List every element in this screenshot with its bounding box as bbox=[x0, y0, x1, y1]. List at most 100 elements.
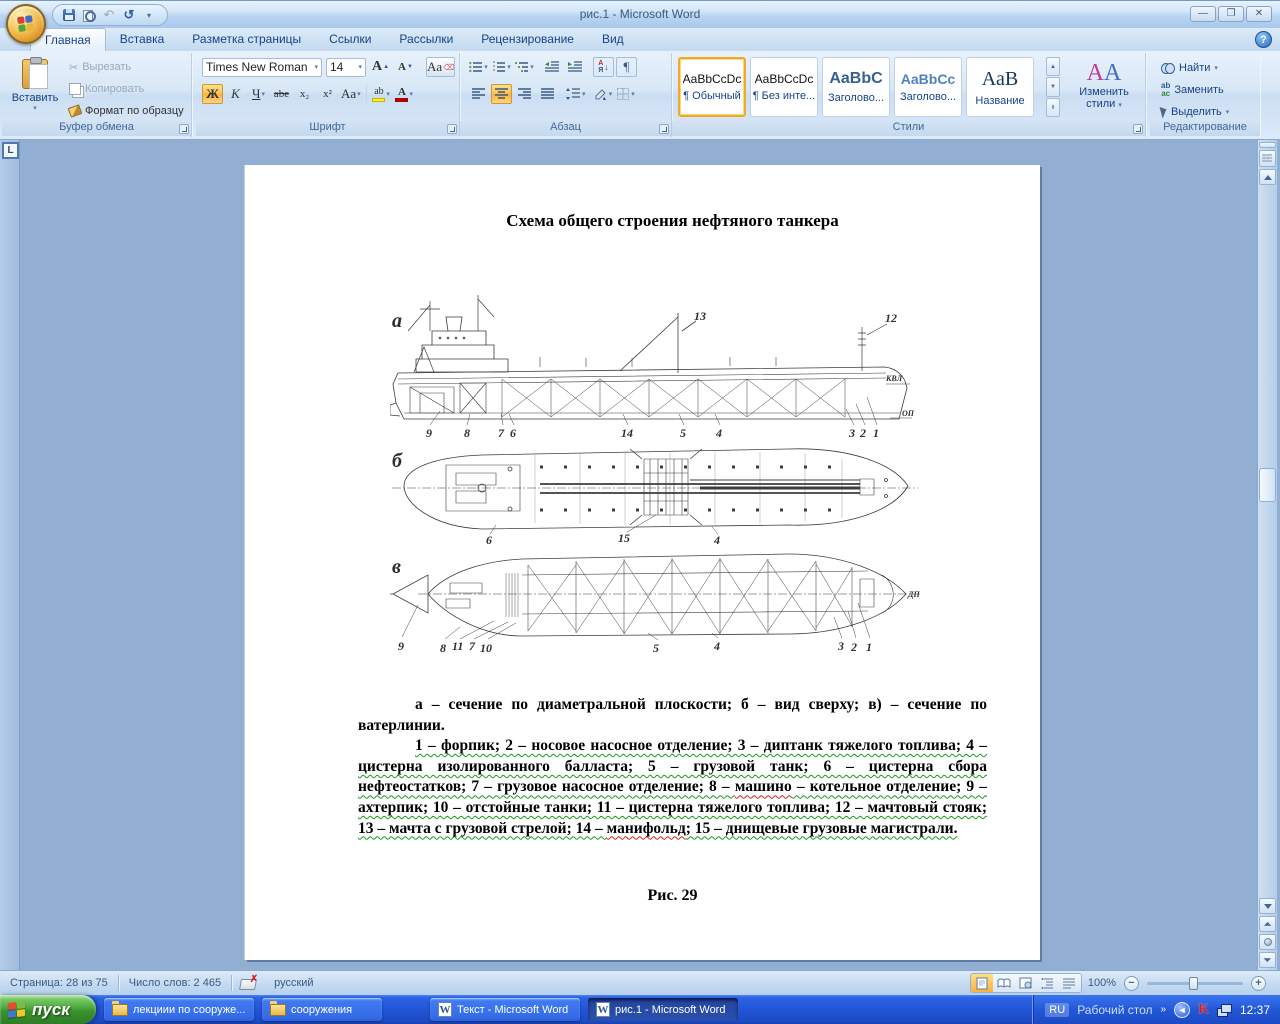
language-switcher[interactable]: RU bbox=[1045, 1003, 1069, 1017]
align-left-button[interactable] bbox=[468, 84, 489, 104]
align-right-button[interactable] bbox=[514, 84, 535, 104]
borders-button[interactable]: ▾ bbox=[616, 84, 637, 104]
find-button[interactable]: Найти▾ bbox=[1158, 58, 1232, 77]
outline-view-button[interactable] bbox=[1037, 974, 1059, 992]
sort-button[interactable]: АЯ↓ bbox=[593, 57, 614, 77]
split-handle[interactable] bbox=[1259, 142, 1276, 148]
tab-4[interactable]: Рассылки bbox=[385, 28, 467, 51]
draft-view-button[interactable] bbox=[1059, 974, 1081, 992]
taskbar-button[interactable]: сооружения bbox=[262, 998, 382, 1021]
style-item[interactable]: AaBbCcЗаголово... bbox=[894, 57, 962, 117]
reading-view-button[interactable] bbox=[993, 974, 1015, 992]
paste-button[interactable]: Вставить ▾ bbox=[8, 56, 62, 120]
styles-more-button[interactable]: ⇟ bbox=[1046, 98, 1060, 117]
numbering-button[interactable]: ▾ bbox=[491, 57, 512, 77]
font-dialog-launcher[interactable] bbox=[447, 124, 457, 134]
print-layout-view-button[interactable] bbox=[971, 974, 993, 992]
office-button[interactable] bbox=[6, 4, 46, 44]
previous-page-button[interactable]: ⏶ bbox=[1259, 916, 1276, 932]
justify-button[interactable] bbox=[537, 84, 558, 104]
zoom-slider[interactable] bbox=[1147, 982, 1243, 985]
style-item[interactable]: AaBbCЗаголово... bbox=[822, 57, 890, 117]
superscript-button[interactable]: x² bbox=[317, 84, 338, 104]
help-icon[interactable]: ? bbox=[1255, 31, 1272, 48]
ribbon-tab-row: ГлавнаяВставкаРазметка страницыСсылкиРас… bbox=[0, 28, 1280, 51]
tab-5[interactable]: Рецензирование bbox=[467, 28, 588, 51]
font-size-combo[interactable]: 14▾ bbox=[326, 58, 366, 77]
highlight-button[interactable]: ab▾ bbox=[371, 84, 392, 104]
subscript-button[interactable]: x₂ bbox=[294, 84, 315, 104]
shading-button[interactable]: ▾ bbox=[593, 84, 614, 104]
font-family-combo[interactable]: Times New Roman▾ bbox=[202, 58, 322, 77]
scroll-down-arrow[interactable] bbox=[1259, 898, 1276, 914]
vertical-scrollbar[interactable]: ⏶ ⏷ bbox=[1257, 140, 1277, 970]
zoom-level[interactable]: 100% bbox=[1088, 977, 1116, 989]
change-case-button[interactable]: Aa▾ bbox=[340, 84, 362, 104]
scroll-up-arrow[interactable] bbox=[1259, 169, 1276, 185]
increase-indent-button[interactable] bbox=[565, 57, 586, 77]
grow-font-button[interactable]: A▲ bbox=[370, 57, 391, 77]
language-indicator[interactable]: русский bbox=[264, 975, 323, 992]
show-marks-button[interactable]: ¶ bbox=[616, 57, 637, 77]
change-styles-button[interactable]: АА Изменить стили ▾ bbox=[1068, 57, 1140, 119]
line-spacing-button[interactable]: ▾ bbox=[565, 84, 587, 104]
clipboard-dialog-launcher[interactable] bbox=[179, 124, 189, 134]
svg-text:3: 3 bbox=[848, 426, 855, 440]
style-item[interactable]: AaBbCcDc¶ Без инте... bbox=[750, 57, 818, 117]
document-page[interactable]: Схема общего строения нефтяного танкера bbox=[245, 165, 1040, 960]
word-count[interactable]: Число слов: 2 465 bbox=[119, 975, 231, 992]
bold-button[interactable]: Ж bbox=[202, 84, 223, 104]
hide-icons-button[interactable]: ◄ bbox=[1174, 1002, 1190, 1018]
minimize-button[interactable]: — bbox=[1190, 6, 1216, 22]
styles-scroll-down[interactable]: ▼ bbox=[1046, 77, 1060, 96]
next-page-button[interactable]: ⏷ bbox=[1259, 952, 1276, 968]
folder-icon bbox=[112, 1004, 128, 1016]
cut-button[interactable]: ✂ Вырезать bbox=[66, 57, 187, 77]
page-indicator[interactable]: Страница: 28 из 75 bbox=[0, 975, 118, 992]
format-painter-button[interactable]: Формат по образцу bbox=[66, 101, 187, 121]
clear-formatting-button[interactable]: Aa⌫ bbox=[426, 57, 455, 77]
copy-button[interactable]: Копировать bbox=[66, 79, 187, 99]
underline-button[interactable]: Ч▾ bbox=[248, 84, 269, 104]
tab-1[interactable]: Вставка bbox=[106, 28, 179, 51]
start-button[interactable]: пуск bbox=[0, 995, 96, 1024]
style-item[interactable]: AaBbCcDc¶ Обычный bbox=[678, 57, 746, 117]
web-layout-view-button[interactable] bbox=[1015, 974, 1037, 992]
close-button[interactable]: ✕ bbox=[1246, 6, 1272, 22]
zoom-slider-handle[interactable] bbox=[1189, 977, 1198, 990]
tab-2[interactable]: Разметка страницы bbox=[178, 28, 315, 51]
taskbar-button[interactable]: WТекст - Microsoft Word bbox=[430, 998, 580, 1021]
bullets-button[interactable]: ▾ bbox=[468, 57, 489, 77]
zoom-out-button[interactable]: − bbox=[1124, 976, 1139, 991]
select-browse-object-button[interactable] bbox=[1259, 934, 1276, 950]
tab-3[interactable]: Ссылки bbox=[315, 28, 385, 51]
taskbar: пуск лекциии по сооруже... сооружения WТек… bbox=[0, 995, 1280, 1024]
font-color-button[interactable]: А▾ bbox=[394, 84, 415, 104]
tanker-diagram: а1312КВЛОП98761454321б6154вДП98117105432… bbox=[390, 287, 920, 659]
decrease-indent-button[interactable] bbox=[542, 57, 563, 77]
scroll-thumb[interactable] bbox=[1259, 468, 1276, 502]
zoom-in-button[interactable]: + bbox=[1251, 976, 1266, 991]
multilevel-list-button[interactable]: ▾ bbox=[514, 57, 535, 77]
align-center-button[interactable] bbox=[491, 84, 512, 104]
restore-button[interactable]: ❐ bbox=[1218, 6, 1244, 22]
ruler-toggle-button[interactable] bbox=[1259, 150, 1276, 167]
antivirus-tray-icon[interactable]: K bbox=[1198, 1002, 1209, 1018]
tab-stop-selector[interactable]: L bbox=[2, 142, 19, 159]
paragraph-dialog-launcher[interactable] bbox=[659, 124, 669, 134]
styles-dialog-launcher[interactable] bbox=[1133, 124, 1143, 134]
network-tray-icon[interactable] bbox=[1217, 1004, 1232, 1016]
styles-scroll-up[interactable]: ▲ bbox=[1046, 57, 1060, 76]
strikethrough-button[interactable]: abe bbox=[271, 84, 292, 104]
italic-button[interactable]: К bbox=[225, 84, 246, 104]
taskbar-button[interactable]: лекциии по сооруже... bbox=[104, 998, 254, 1021]
replace-button[interactable]: abacЗаменить bbox=[1158, 80, 1232, 99]
style-item[interactable]: АаВНазвание bbox=[966, 57, 1034, 117]
select-button[interactable]: Выделить▾ bbox=[1158, 102, 1232, 121]
taskbar-button[interactable]: Wрис.1 - Microsoft Word bbox=[588, 998, 738, 1021]
chevron-icon[interactable]: » bbox=[1161, 1004, 1167, 1015]
spellcheck-icon[interactable] bbox=[240, 977, 256, 989]
tab-6[interactable]: Вид bbox=[588, 28, 638, 51]
desktop-toolbar[interactable]: Рабочий стол bbox=[1077, 1003, 1152, 1017]
shrink-font-button[interactable]: A▼ bbox=[395, 57, 416, 77]
